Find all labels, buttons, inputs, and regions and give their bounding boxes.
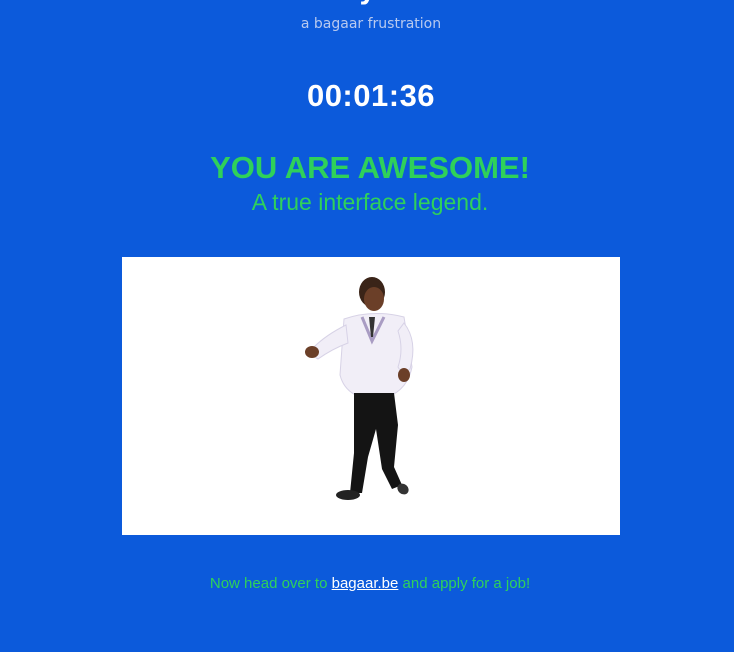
success-tagline: A true interface legend. — [251, 189, 489, 215]
dancing-person-icon — [305, 277, 414, 500]
bagaar-link[interactable]: bagaar.be — [332, 575, 399, 592]
celebration-animation — [122, 257, 620, 535]
elapsed-timer: 00:01:36 — [306, 78, 436, 113]
footer-message: Now head over to bagaar.be and apply for… — [0, 574, 734, 594]
subtitle: a bagaar frustration — [300, 16, 442, 32]
footer-text-before: Now head over to — [209, 575, 332, 592]
success-headline: YOU ARE AWESOME! — [210, 150, 530, 185]
page-title-cropped: y — [0, 0, 734, 4]
footer-text-after: and apply for a job! — [398, 575, 531, 592]
